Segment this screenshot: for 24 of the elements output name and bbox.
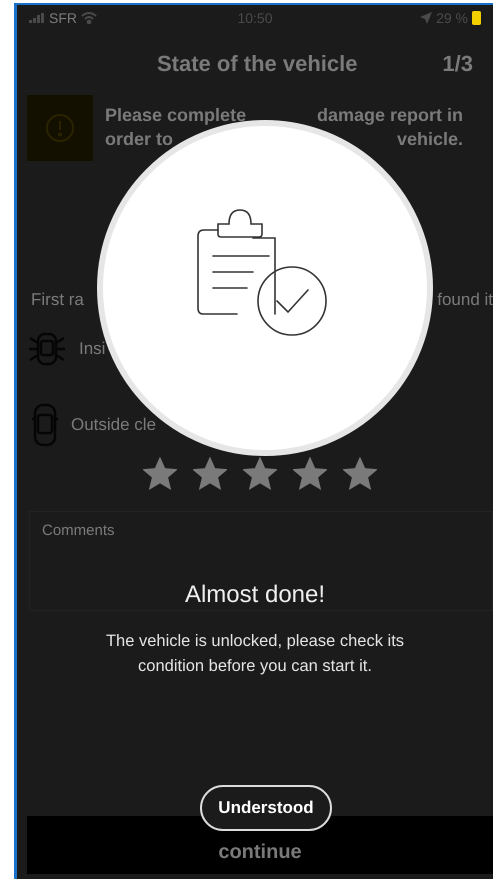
page-title: State of the vehicle [157,50,359,78]
step-counter: 1/3 [442,50,473,78]
battery-icon [472,11,481,25]
star-icon[interactable] [143,456,177,490]
notice-text: vehicle. [396,128,463,151]
notice-text: Please complete [105,104,246,127]
dialog-title: Almost done! [184,580,326,610]
notice-text: order to [105,128,174,151]
star-icon[interactable] [293,456,327,490]
rating-prompt: found it [437,289,493,311]
signal-icon [29,13,45,23]
carrier-name: SFR [49,8,77,28]
star-icon[interactable] [343,456,377,490]
criterion-label: Outside cle [71,414,156,436]
wifi-icon [81,12,97,24]
criterion-label: Insi [79,338,106,360]
notice-text: damage report in [316,104,463,127]
understood-button[interactable]: Understood [200,785,332,831]
continue-button[interactable]: continue [218,837,302,867]
star-icon[interactable] [193,456,227,490]
star-icon[interactable] [243,456,277,490]
rating-prompt: First ra [31,289,84,311]
location-icon [420,12,432,24]
dialog-message: The vehicle is unlocked, please check its condition before you can start it. [104,631,406,677]
